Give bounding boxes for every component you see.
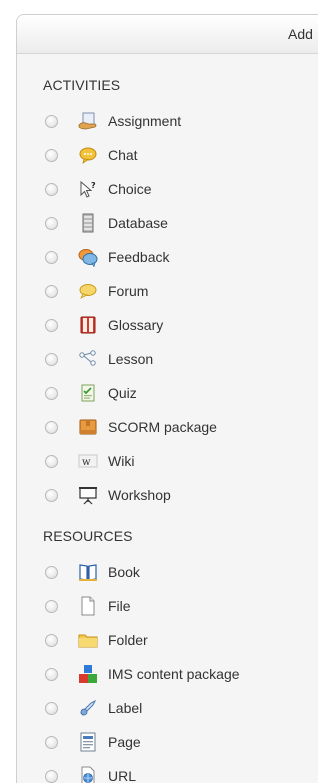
option-label: Assignment — [108, 113, 182, 129]
option-url[interactable]: URL — [41, 762, 318, 783]
option-chat[interactable]: Chat — [41, 141, 318, 169]
option-label[interactable]: Label — [41, 694, 318, 722]
option-workshop[interactable]: Workshop — [41, 481, 318, 509]
dialog-title: Add — [288, 26, 313, 42]
activities-heading: ACTIVITIES — [43, 77, 121, 93]
radio-button[interactable] — [45, 148, 58, 162]
quiz-icon — [77, 382, 99, 404]
option-label: IMS content package — [108, 666, 240, 682]
option-folder[interactable]: Folder — [41, 626, 318, 654]
radio-button[interactable] — [45, 701, 58, 715]
url-icon — [77, 765, 99, 783]
radio-button[interactable] — [45, 633, 58, 647]
glossary-icon — [77, 314, 99, 336]
option-label-text: Label — [108, 700, 143, 716]
option-ims-content-package[interactable]: IMS content package — [41, 660, 318, 688]
option-label: Wiki — [108, 453, 135, 469]
option-label: Lesson — [108, 351, 154, 367]
radio-button[interactable] — [45, 216, 58, 230]
option-label: Glossary — [108, 317, 164, 333]
option-forum[interactable]: Forum — [41, 277, 318, 305]
option-label: Chat — [108, 147, 138, 163]
choice-icon: ? — [77, 178, 99, 200]
option-wiki[interactable]: w Wiki — [41, 447, 318, 475]
option-book[interactable]: Book — [41, 558, 318, 586]
scorm-icon — [77, 416, 99, 438]
file-icon — [77, 595, 99, 617]
option-lesson[interactable]: Lesson — [41, 345, 318, 373]
option-label: File — [108, 598, 131, 614]
option-label: Quiz — [108, 385, 137, 401]
option-label: Book — [108, 564, 140, 580]
assignment-icon — [77, 110, 99, 132]
option-feedback[interactable]: Feedback — [41, 243, 318, 271]
radio-button[interactable] — [45, 386, 58, 400]
option-label: URL — [108, 768, 137, 783]
option-page[interactable]: Page — [41, 728, 318, 756]
option-assignment[interactable]: Assignment — [41, 107, 318, 135]
svg-text:?: ? — [91, 181, 96, 190]
top-strip — [0, 0, 318, 14]
option-database[interactable]: Database — [41, 209, 318, 237]
chat-icon — [77, 144, 99, 166]
database-icon — [77, 212, 99, 234]
radio-button[interactable] — [45, 420, 58, 434]
option-scorm-package[interactable]: SCORM package — [41, 413, 318, 441]
option-label: Feedback — [108, 249, 170, 265]
wiki-icon: w — [77, 450, 99, 472]
radio-button[interactable] — [45, 250, 58, 264]
option-label: Forum — [108, 283, 149, 299]
option-label: Choice — [108, 181, 152, 197]
lesson-icon — [77, 348, 99, 370]
activity-chooser-dialog: Add ACTIVITIES Assignment Chat ? Choice — [16, 14, 318, 783]
ims-package-icon — [77, 663, 99, 685]
option-file[interactable]: File — [41, 592, 318, 620]
option-label: Workshop — [108, 487, 171, 503]
radio-button[interactable] — [45, 565, 58, 579]
option-label: Database — [108, 215, 168, 231]
radio-button[interactable] — [45, 182, 58, 196]
radio-button[interactable] — [45, 454, 58, 468]
dialog-header: Add — [17, 15, 318, 54]
option-choice[interactable]: ? Choice — [41, 175, 318, 203]
radio-button[interactable] — [45, 735, 58, 749]
forum-icon — [77, 280, 99, 302]
option-quiz[interactable]: Quiz — [41, 379, 318, 407]
page-icon — [77, 731, 99, 753]
svg-text:w: w — [82, 457, 91, 468]
feedback-icon — [77, 246, 99, 268]
label-icon — [77, 697, 99, 719]
resources-heading: RESOURCES — [43, 528, 133, 544]
radio-button[interactable] — [45, 667, 58, 681]
radio-button[interactable] — [45, 599, 58, 613]
book-icon — [77, 561, 99, 583]
option-label: Folder — [108, 632, 148, 648]
radio-button[interactable] — [45, 318, 58, 332]
option-glossary[interactable]: Glossary — [41, 311, 318, 339]
workshop-icon — [77, 484, 99, 506]
radio-button[interactable] — [45, 488, 58, 502]
radio-button[interactable] — [45, 769, 58, 783]
radio-button[interactable] — [45, 284, 58, 298]
screen: Add ACTIVITIES Assignment Chat ? Choice — [0, 0, 318, 783]
option-label: SCORM package — [108, 419, 217, 435]
radio-button[interactable] — [45, 114, 58, 128]
option-label: Page — [108, 734, 141, 750]
radio-button[interactable] — [45, 352, 58, 366]
folder-icon — [77, 629, 99, 651]
